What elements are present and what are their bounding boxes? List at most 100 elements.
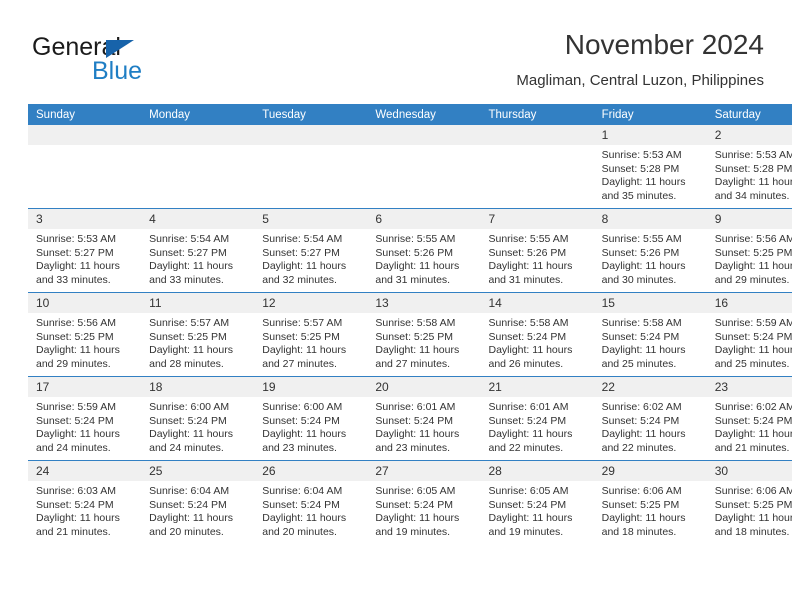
day-daylight-text: and 25 minutes. bbox=[601, 357, 677, 370]
day-number bbox=[480, 125, 594, 145]
day-daylight-text: Daylight: 11 hours bbox=[714, 512, 792, 525]
day-sun-info: Sunrise: 5:58 AM Sunset: 5:24 PM Daylight:… bbox=[594, 313, 707, 371]
calendar-day-cell[interactable]: 5 Sunrise: 5:54 AM Sunset: 5:27 PM Daylight… bbox=[254, 208, 368, 293]
calendar-day-cell[interactable]: 1 Sunrise: 5:53 AM Sunset: 5:28 PM Daylight… bbox=[593, 125, 707, 209]
calendar-day-cell[interactable]: 15 Sunrise: 5:58 AM Sunset: 5:24 PM Dayligh… bbox=[593, 292, 707, 377]
day-sun-info: Sunrise: 6:01 AM Sunset: 5:24 PM Daylight:… bbox=[367, 397, 480, 455]
calendar-day-cell[interactable]: 26 Sunrise: 6:04 AM Sunset: 5:24 PM Dayligh… bbox=[254, 460, 368, 544]
day-sunrise-text: Sunrise: 5:53 AM bbox=[36, 233, 116, 245]
day-sunrise-text: Sunrise: 5:56 AM bbox=[714, 233, 792, 245]
day-sun-info: Sunrise: 6:02 AM Sunset: 5:24 PM Daylight:… bbox=[594, 397, 707, 455]
calendar-day-cell[interactable]: 22 Sunrise: 6:02 AM Sunset: 5:24 PM Dayligh… bbox=[593, 376, 707, 461]
calendar-day-cell[interactable]: 17 Sunrise: 5:59 AM Sunset: 5:24 PM Dayligh… bbox=[28, 376, 142, 461]
day-sunset-text: Sunset: 5:25 PM bbox=[262, 330, 340, 343]
calendar-day-cell[interactable]: 30 Sunrise: 6:06 AM Sunset: 5:25 PM Dayligh… bbox=[706, 460, 792, 544]
day-daylight-text: and 28 minutes. bbox=[149, 357, 224, 370]
day-sunset-text: Sunset: 5:25 PM bbox=[375, 330, 454, 343]
calendar-day-cell-empty bbox=[367, 125, 481, 209]
day-sun-info: Sunrise: 6:05 AM Sunset: 5:24 PM Daylight:… bbox=[481, 481, 594, 539]
calendar-day-cell[interactable]: 23 Sunrise: 6:02 AM Sunset: 5:24 PM Dayligh… bbox=[706, 376, 792, 461]
day-sunrise-text: Sunrise: 6:04 AM bbox=[262, 485, 343, 497]
day-daylight-text: and 33 minutes. bbox=[149, 273, 224, 286]
day-daylight-text: and 24 minutes. bbox=[149, 441, 224, 454]
day-daylight-text: Daylight: 11 hours bbox=[488, 260, 573, 273]
calendar-day-cell[interactable]: 7 Sunrise: 5:55 AM Sunset: 5:26 PM Daylight… bbox=[480, 208, 594, 293]
day-sunrise-text: Sunrise: 5:59 AM bbox=[714, 317, 792, 329]
calendar-day-cell[interactable]: 8 Sunrise: 5:55 AM Sunset: 5:26 PM Daylight… bbox=[593, 208, 707, 293]
day-sunrise-text: Sunrise: 5:57 AM bbox=[149, 317, 230, 329]
day-sunrise-text: Sunrise: 6:06 AM bbox=[601, 485, 682, 497]
logo-triangle-icon bbox=[106, 40, 134, 58]
day-sunset-text: Sunset: 5:24 PM bbox=[36, 414, 114, 427]
day-daylight-text: and 31 minutes. bbox=[375, 273, 451, 286]
calendar-day-cell[interactable]: 25 Sunrise: 6:04 AM Sunset: 5:24 PM Dayligh… bbox=[141, 460, 255, 544]
calendar-day-cell-empty bbox=[480, 125, 594, 209]
calendar-day-cell[interactable]: 16 Sunrise: 5:59 AM Sunset: 5:24 PM Dayligh… bbox=[706, 292, 792, 377]
day-number: 6 bbox=[367, 209, 481, 229]
calendar-day-cell[interactable]: 18 Sunrise: 6:00 AM Sunset: 5:24 PM Dayligh… bbox=[141, 376, 255, 461]
day-sunset-text: Sunset: 5:25 PM bbox=[714, 246, 792, 259]
day-sunset-text: Sunset: 5:27 PM bbox=[262, 246, 340, 259]
day-sunset-text: Sunset: 5:24 PM bbox=[488, 330, 567, 343]
day-daylight-text: Daylight: 11 hours bbox=[262, 344, 347, 357]
calendar-day-cell[interactable]: 29 Sunrise: 6:06 AM Sunset: 5:25 PM Dayligh… bbox=[593, 460, 707, 544]
day-sunset-text: Sunset: 5:26 PM bbox=[375, 246, 454, 259]
day-sunset-text: Sunset: 5:26 PM bbox=[488, 246, 567, 259]
calendar-day-cell[interactable]: 19 Sunrise: 6:00 AM Sunset: 5:24 PM Dayligh… bbox=[254, 376, 368, 461]
calendar-day-cell[interactable]: 10 Sunrise: 5:56 AM Sunset: 5:25 PM Dayligh… bbox=[28, 292, 142, 377]
day-sun-info: Sunrise: 5:56 AM Sunset: 5:25 PM Daylight:… bbox=[707, 229, 792, 287]
day-sunset-text: Sunset: 5:24 PM bbox=[714, 330, 792, 343]
day-sunrise-text: Sunrise: 6:02 AM bbox=[601, 401, 682, 413]
day-sun-info: Sunrise: 5:57 AM Sunset: 5:25 PM Daylight:… bbox=[141, 313, 254, 371]
day-sun-info: Sunrise: 5:59 AM Sunset: 5:24 PM Daylight:… bbox=[707, 313, 792, 371]
day-sun-info: Sunrise: 5:59 AM Sunset: 5:24 PM Daylight:… bbox=[28, 397, 141, 455]
calendar-day-cell[interactable]: 28 Sunrise: 6:05 AM Sunset: 5:24 PM Dayligh… bbox=[480, 460, 594, 544]
calendar-day-cell[interactable]: 6 Sunrise: 5:55 AM Sunset: 5:26 PM Daylight… bbox=[367, 208, 481, 293]
day-daylight-text: Daylight: 11 hours bbox=[375, 344, 460, 357]
calendar-week-row: 24 Sunrise: 6:03 AM Sunset: 5:24 PM Dayligh… bbox=[28, 460, 792, 544]
calendar-day-cell[interactable]: 4 Sunrise: 5:54 AM Sunset: 5:27 PM Daylight… bbox=[141, 208, 255, 293]
day-sun-info: Sunrise: 5:53 AM Sunset: 5:27 PM Daylight:… bbox=[28, 229, 141, 287]
calendar-day-cell[interactable]: 9 Sunrise: 5:56 AM Sunset: 5:25 PM Daylight… bbox=[706, 208, 792, 293]
day-number: 21 bbox=[480, 377, 594, 397]
calendar-day-cell[interactable]: 11 Sunrise: 5:57 AM Sunset: 5:25 PM Dayligh… bbox=[141, 292, 255, 377]
page-subtitle: Magliman, Central Luzon, Philippines bbox=[516, 72, 764, 89]
calendar-body: 1 Sunrise: 5:53 AM Sunset: 5:28 PM Daylight… bbox=[28, 125, 792, 544]
calendar-page: General Blue November 2024 Magliman, Cen… bbox=[0, 0, 792, 612]
calendar-day-cell[interactable]: 12 Sunrise: 5:57 AM Sunset: 5:25 PM Dayligh… bbox=[254, 292, 368, 377]
weekday-header-saturday: Saturday bbox=[706, 104, 792, 125]
weekday-header-tuesday: Tuesday bbox=[254, 104, 368, 125]
calendar-day-cell[interactable]: 21 Sunrise: 6:01 AM Sunset: 5:24 PM Dayligh… bbox=[480, 376, 594, 461]
day-daylight-text: Daylight: 11 hours bbox=[714, 260, 792, 273]
logo-text-blue: Blue bbox=[92, 57, 143, 85]
day-sun-info: Sunrise: 6:00 AM Sunset: 5:24 PM Daylight:… bbox=[141, 397, 254, 455]
calendar-day-cell[interactable]: 3 Sunrise: 5:53 AM Sunset: 5:27 PM Daylight… bbox=[28, 208, 142, 293]
day-sunrise-text: Sunrise: 5:57 AM bbox=[262, 317, 343, 329]
day-sunrise-text: Sunrise: 5:54 AM bbox=[262, 233, 343, 245]
calendar-day-cell[interactable]: 14 Sunrise: 5:58 AM Sunset: 5:24 PM Dayligh… bbox=[480, 292, 594, 377]
calendar-day-cell-empty bbox=[254, 125, 368, 209]
calendar-day-cell[interactable]: 24 Sunrise: 6:03 AM Sunset: 5:24 PM Dayligh… bbox=[28, 460, 142, 544]
weekday-header-sunday: Sunday bbox=[28, 104, 142, 125]
day-daylight-text: and 18 minutes. bbox=[714, 525, 790, 538]
day-number: 10 bbox=[28, 293, 142, 313]
day-sunrise-text: Sunrise: 6:01 AM bbox=[488, 401, 569, 413]
calendar-day-cell[interactable]: 20 Sunrise: 6:01 AM Sunset: 5:24 PM Dayligh… bbox=[367, 376, 481, 461]
day-daylight-text: Daylight: 11 hours bbox=[149, 260, 233, 273]
day-sunset-text: Sunset: 5:24 PM bbox=[714, 414, 792, 427]
day-number: 5 bbox=[254, 209, 368, 229]
day-number bbox=[28, 125, 142, 145]
day-sunset-text: Sunset: 5:24 PM bbox=[601, 330, 680, 343]
day-daylight-text: and 27 minutes. bbox=[262, 357, 337, 370]
day-sunset-text: Sunset: 5:28 PM bbox=[601, 162, 680, 175]
calendar-day-cell[interactable]: 2 Sunrise: 5:53 AM Sunset: 5:28 PM Daylight… bbox=[706, 125, 792, 209]
day-number: 4 bbox=[141, 209, 255, 229]
day-number bbox=[141, 125, 255, 145]
generalblue-logo[interactable]: General Blue bbox=[32, 34, 222, 90]
calendar-day-cell[interactable]: 13 Sunrise: 5:58 AM Sunset: 5:25 PM Dayligh… bbox=[367, 292, 481, 377]
day-sunrise-text: Sunrise: 5:55 AM bbox=[601, 233, 682, 245]
day-daylight-text: Daylight: 11 hours bbox=[375, 428, 460, 441]
day-daylight-text: and 30 minutes. bbox=[601, 273, 677, 286]
calendar-day-cell[interactable]: 27 Sunrise: 6:05 AM Sunset: 5:24 PM Dayligh… bbox=[367, 460, 481, 544]
day-number: 28 bbox=[480, 461, 594, 481]
